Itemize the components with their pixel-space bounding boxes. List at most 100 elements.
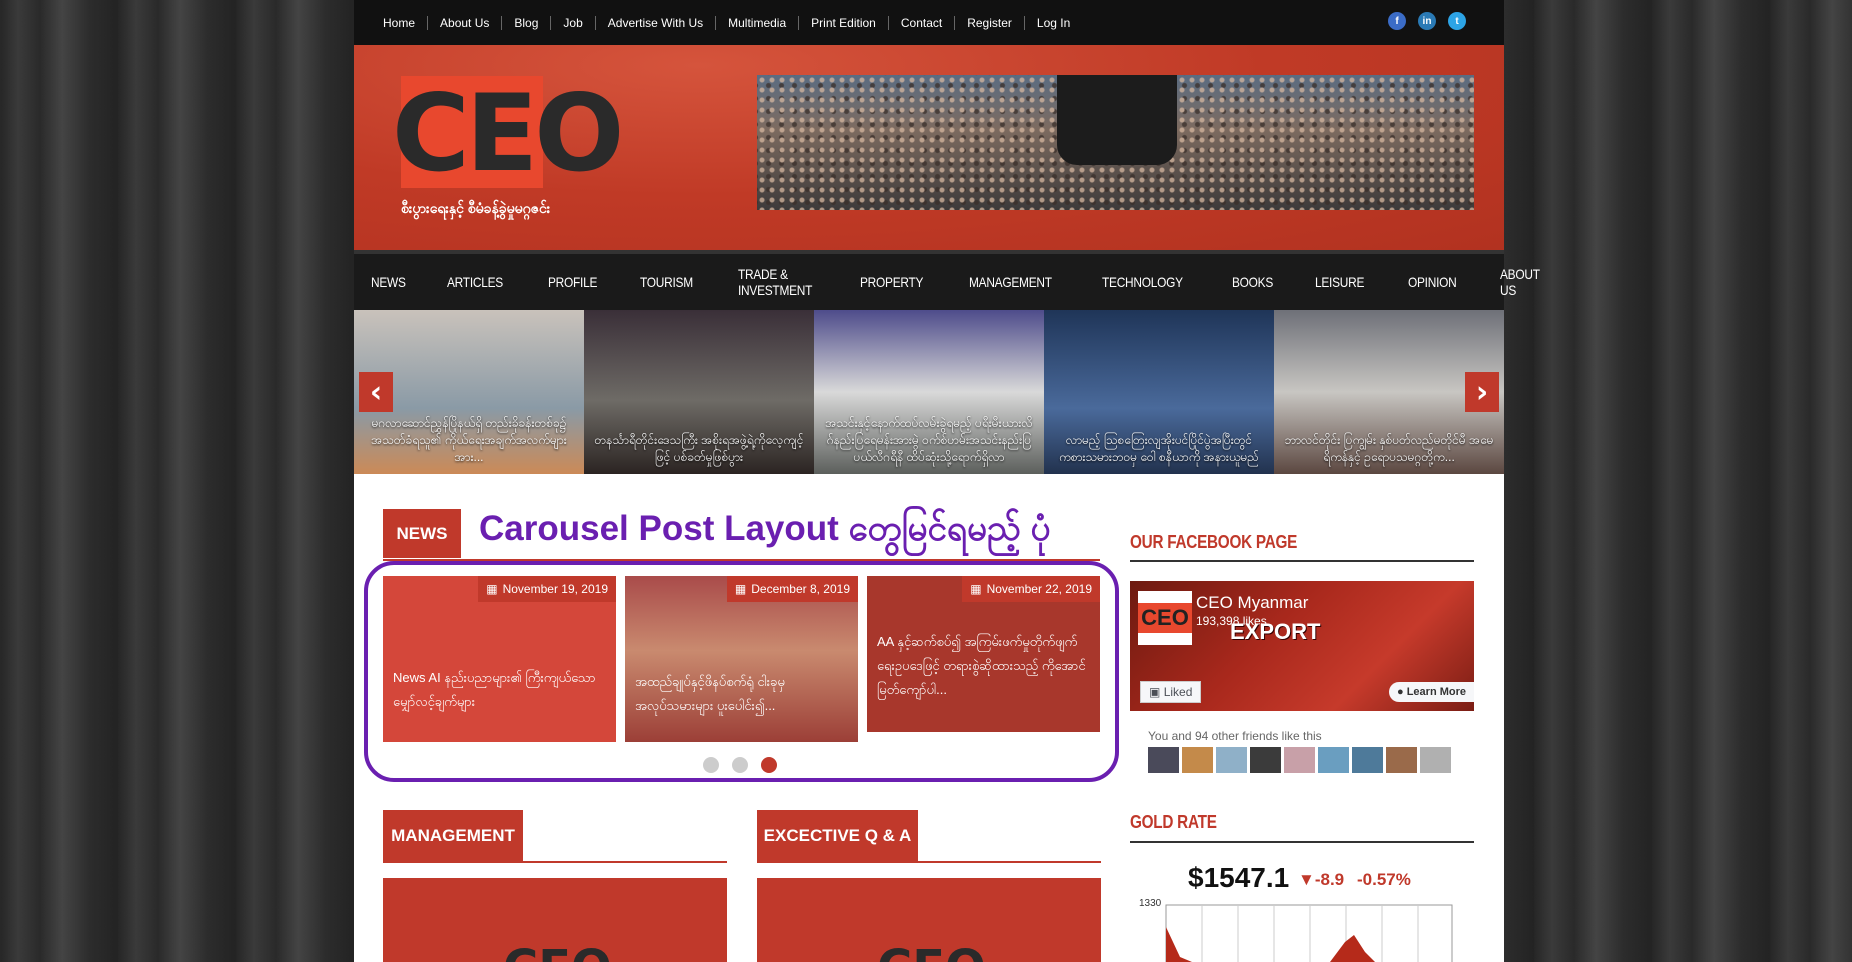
news-card[interactable]: ▦ December 8, 2019 အထည်ချုပ်နှင့်ဖိနပ်စက… — [625, 576, 858, 742]
gold-change: ▼-8.9 — [1298, 870, 1345, 889]
management-thumbnail[interactable]: CEO — [383, 878, 727, 962]
news-card-title[interactable]: AA နှင့်ဆက်စပ်၍ အကြမ်းဖက်မှုတိုက်ဖျက်ရေး… — [877, 630, 1088, 702]
main-nav-technology[interactable]: TECHNOLOGY — [1102, 274, 1183, 290]
facebook-learn-more-button[interactable]: ● Learn More — [1388, 682, 1474, 702]
main-nav-articles[interactable]: ARTICLES — [447, 274, 503, 290]
news-card-date: ▦ December 8, 2019 — [726, 576, 858, 602]
slider-item[interactable]: တနင်္သာရီတိုင်းဒေသကြီး အစိုးရအဖွဲ့ရဲ့ကို… — [584, 310, 814, 474]
slider-prev-button[interactable]: ‹ — [359, 372, 393, 412]
friend-avatar[interactable] — [1250, 747, 1281, 773]
qa-section-tab[interactable]: EXCECTIVE Q & A — [757, 810, 918, 861]
main-nav: NEWS ARTICLES PROFILE TOURISM TRADE & IN… — [354, 250, 1540, 310]
main-nav-opinion[interactable]: OPINION — [1408, 274, 1457, 290]
friend-avatar[interactable] — [1318, 747, 1349, 773]
main-nav-trade-investment[interactable]: TRADE & INVESTMENT — [738, 266, 812, 298]
friend-avatar[interactable] — [1216, 747, 1247, 773]
qa-thumbnail[interactable]: CEO — [757, 878, 1101, 962]
slider-caption: အသင်းနှင့်နောက်ထပ်လမ်းခွဲရမည့် ပရီးမီးယာ… — [825, 416, 1033, 464]
main-nav-tourism[interactable]: TOURISM — [640, 274, 693, 290]
facebook-icon[interactable]: f — [1388, 12, 1406, 30]
slider-item[interactable]: လာမည့် ဩစတြေးလျအိုးပင်ပြိုင်ပွဲအပြီးတွင်… — [1044, 310, 1274, 474]
facebook-avatar-logo: CEO — [1138, 603, 1192, 633]
calendar-icon: ▦ — [734, 582, 747, 596]
management-section-tab[interactable]: MANAGEMENT — [383, 810, 523, 861]
friend-avatar[interactable] — [1386, 747, 1417, 773]
news-card-date-text: November 19, 2019 — [502, 582, 608, 596]
carousel-dot-active[interactable] — [761, 757, 777, 773]
qa-section-divider — [757, 861, 1101, 863]
facebook-friend-avatars — [1148, 747, 1451, 773]
top-nav-print-edition[interactable]: Print Edition — [798, 15, 888, 30]
site-header: CEO စီးပွားရေးနှင့် စီမံခန့်ခွဲမှုမဂ္ဂဇင… — [354, 45, 1504, 250]
facebook-liked-button[interactable]: ▣ Liked — [1140, 681, 1202, 703]
top-nav-register[interactable]: Register — [954, 15, 1024, 30]
facebook-cover: CEO CEO Myanmar 193,398 likes EXPORT ▣ L… — [1130, 581, 1474, 711]
banner-figure — [1057, 75, 1177, 165]
featured-slider: မဂလာဆောင်ညွှန်ပြိုနယ်ရှိ တည်းခိုခန်းတစ်ခ… — [354, 310, 1504, 474]
friend-avatar[interactable] — [1352, 747, 1383, 773]
main-nav-management[interactable]: MANAGEMENT — [969, 274, 1052, 290]
main-nav-profile[interactable]: PROFILE — [548, 274, 597, 290]
news-card-title[interactable]: News AI နည်းပညာများ၏ ကြီးကျယ်သောမျှော်လင… — [393, 666, 604, 714]
slider-item[interactable]: အသင်းနှင့်နောက်ထပ်လမ်းခွဲရမည့် ပရီးမီးယာ… — [814, 310, 1044, 474]
carousel-pagination — [703, 757, 777, 773]
top-nav-about[interactable]: About Us — [427, 15, 501, 30]
news-card-date: ▦ November 22, 2019 — [962, 576, 1100, 602]
site-logo[interactable]: CEO — [392, 81, 624, 187]
news-card-date-text: December 8, 2019 — [751, 582, 850, 596]
friend-avatar[interactable] — [1148, 747, 1179, 773]
facebook-cover-text: EXPORT — [1230, 619, 1321, 644]
friend-avatar[interactable] — [1284, 747, 1315, 773]
facebook-icon: ● — [1396, 686, 1404, 698]
gold-price: $1547.1 — [1188, 862, 1290, 893]
calendar-icon: ▦ — [970, 582, 982, 596]
main-nav-about-us[interactable]: ABOUT US — [1500, 266, 1540, 298]
facebook-page-name[interactable]: CEO Myanmar — [1196, 593, 1308, 613]
gold-rate-chart[interactable]: 1330 — [1130, 897, 1474, 962]
top-nav-blog[interactable]: Blog — [501, 15, 550, 30]
top-nav-advertise[interactable]: Advertise With Us — [594, 15, 715, 30]
carousel-dot[interactable] — [703, 757, 719, 773]
slider-next-button[interactable]: › — [1465, 372, 1499, 412]
management-section-divider — [383, 861, 727, 863]
facebook-section-divider — [1130, 560, 1474, 562]
main-nav-books[interactable]: BOOKS — [1232, 274, 1273, 290]
main-nav-news[interactable]: NEWS — [371, 274, 406, 290]
top-nav-multimedia[interactable]: Multimedia — [715, 15, 798, 30]
top-nav: Home About Us Blog Job Advertise With Us… — [383, 15, 1082, 30]
news-card-date: ▦ November 19, 2019 — [478, 576, 616, 602]
news-card[interactable]: ▦ November 22, 2019 AA နှင့်ဆက်စပ်၍ အကြမ… — [867, 576, 1100, 732]
slider-caption: မဂလာဆောင်ညွှန်ပြိုနယ်ရှိ တည်းခိုခန်းတစ်ခ… — [371, 416, 567, 464]
top-bar: Home About Us Blog Job Advertise With Us… — [354, 0, 1504, 45]
header-banner-image[interactable] — [757, 75, 1474, 210]
facebook-learn-more-label: Learn More — [1406, 686, 1466, 698]
gold-chart-frame — [1165, 904, 1453, 962]
linkedin-icon[interactable]: in — [1418, 12, 1436, 30]
gold-change-percent: -0.57% — [1357, 870, 1411, 889]
gold-axis-label: 1330 — [1139, 898, 1162, 909]
facebook-avatar[interactable]: CEO — [1138, 591, 1192, 645]
facebook-widget[interactable]: CEO CEO Myanmar 193,398 likes EXPORT ▣ L… — [1130, 581, 1474, 775]
thumbnail-logo: CEO — [503, 940, 612, 962]
twitter-icon[interactable]: t — [1448, 12, 1466, 30]
news-card[interactable]: ▦ November 19, 2019 News AI နည်းပညာများ၏… — [383, 576, 616, 742]
carousel-annotation-title: Carousel Post Layout တွေမြင်ရမည့် ပုံ — [479, 509, 1051, 548]
friend-avatar[interactable] — [1420, 747, 1451, 773]
main-nav-property[interactable]: PROPERTY — [860, 274, 923, 290]
facebook-section-title: OUR FACEBOOK PAGE — [1130, 532, 1298, 552]
page-container: Home About Us Blog Job Advertise With Us… — [354, 0, 1540, 962]
social-links: f in t — [1388, 12, 1466, 30]
site-tagline: စီးပွားရေးနှင့် စီမံခန့်ခွဲမှုမဂ္ဂဇင်း — [401, 200, 551, 216]
top-nav-home[interactable]: Home — [383, 16, 427, 30]
slider-caption: လာမည့် ဩစတြေးလျအိုးပင်ပြိုင်ပွဲအပြီးတွင်… — [1059, 433, 1259, 464]
main-nav-leisure[interactable]: LEISURE — [1315, 274, 1364, 290]
carousel-dot[interactable] — [732, 757, 748, 773]
top-nav-contact[interactable]: Contact — [887, 15, 954, 30]
friend-avatar[interactable] — [1182, 747, 1213, 773]
top-nav-job[interactable]: Job — [550, 15, 594, 30]
top-nav-login[interactable]: Log In — [1023, 15, 1082, 30]
news-section-tab[interactable]: NEWS — [383, 509, 461, 558]
thumbnail-logo: CEO — [877, 940, 986, 962]
news-card-title[interactable]: အထည်ချုပ်နှင့်ဖိနပ်စက်ရုံ ငါးခုမှ အလုပ်သ… — [635, 670, 846, 718]
facebook-liked-label: Liked — [1163, 685, 1193, 699]
